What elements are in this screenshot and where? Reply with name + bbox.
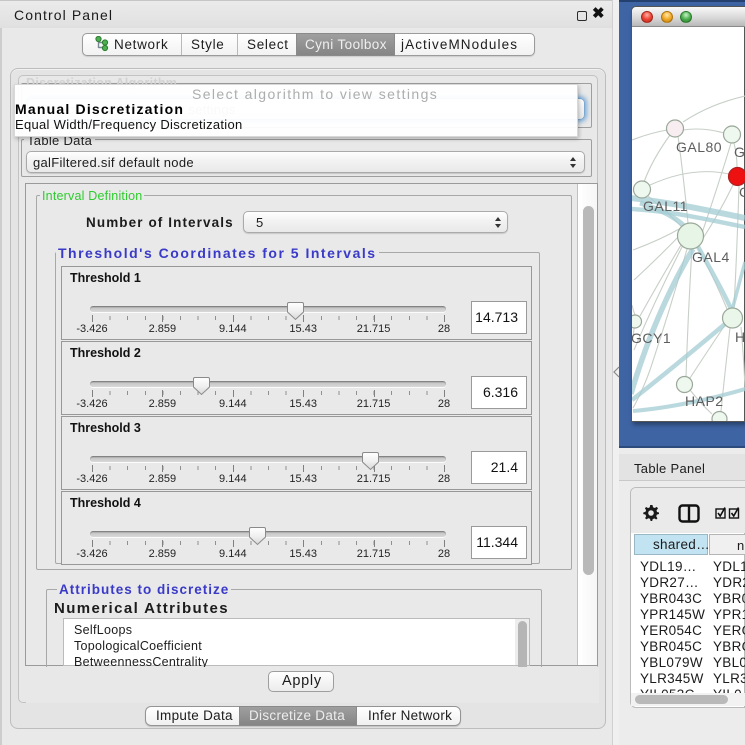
svg-text:HAP2: HAP2 <box>685 393 724 409</box>
svg-text:GAL80: GAL80 <box>676 139 722 155</box>
svg-text:GAL11: GAL11 <box>643 198 688 214</box>
svg-text:GCY1: GCY1 <box>632 330 671 346</box>
svg-text:HA: HA <box>735 329 745 345</box>
svg-text:GA: GA <box>734 144 745 160</box>
svg-text:GAL4: GAL4 <box>692 249 730 265</box>
svg-text:C: C <box>739 184 745 200</box>
